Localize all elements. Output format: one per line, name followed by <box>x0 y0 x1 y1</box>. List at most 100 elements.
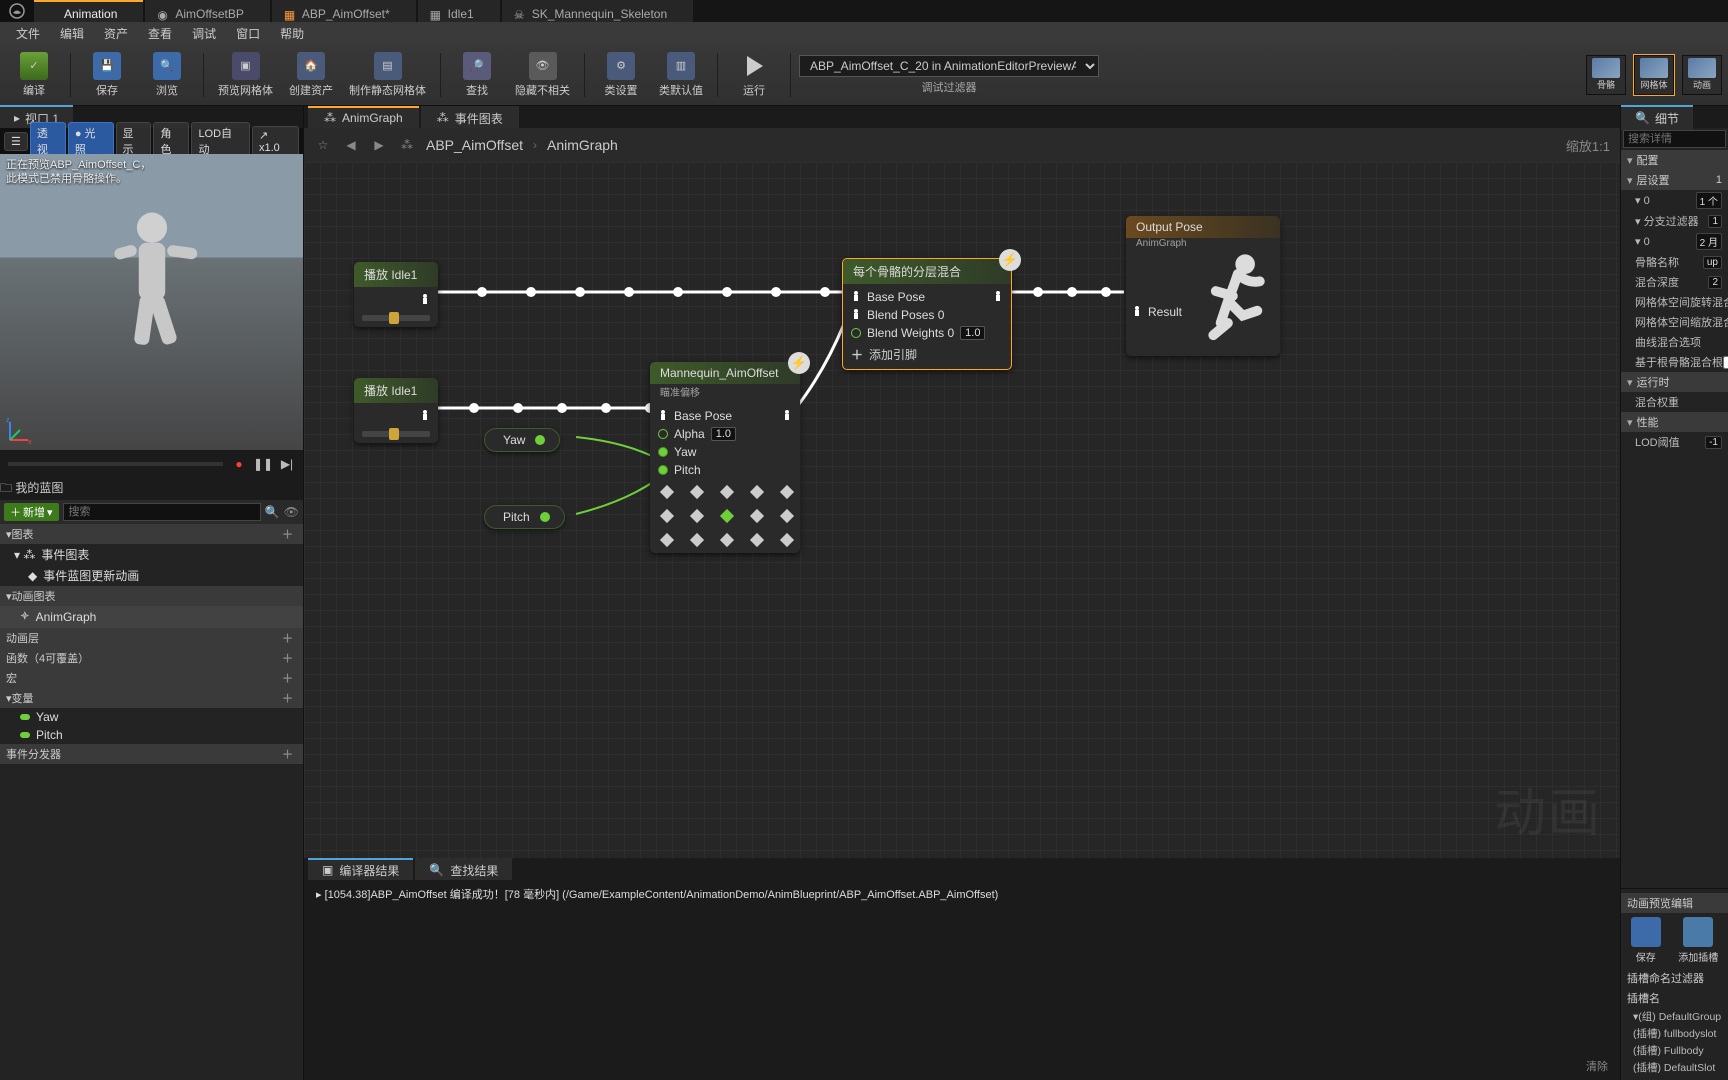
config-section[interactable]: ▾配置 <box>1621 150 1728 170</box>
add-macro-icon[interactable]: ＋ <box>282 670 297 686</box>
anim-graph-canvas[interactable]: 播放 Idle1 播放 Idle1 Yaw Pitch <box>304 162 1620 858</box>
branch-0-row[interactable]: ▾ 02 月 <box>1621 231 1728 252</box>
node-output-pose[interactable]: Output Pose AnimGraph Result <box>1126 216 1280 356</box>
menu-edit[interactable]: 编辑 <box>50 22 94 45</box>
step-icon[interactable]: ▶| <box>279 456 295 472</box>
anim-layers-header[interactable]: 动画层＋ <box>0 628 303 648</box>
mesh-rot-row[interactable]: 网格体空间旋转混合 <box>1621 292 1728 312</box>
breadcrumb-graph[interactable]: AnimGraph <box>547 137 618 153</box>
slot-row-1[interactable]: (插槽) fullbodyslot <box>1621 1025 1728 1042</box>
variables-header[interactable]: ▾变量＋ <box>0 688 303 708</box>
menu-help[interactable]: 帮助 <box>270 22 314 45</box>
viewport-preview[interactable]: 正在预览ABP_AimOffset_C，此模式已禁用骨骼操作。 zx <box>0 154 303 450</box>
blend-weight-row[interactable]: 混合权重 <box>1621 392 1728 412</box>
add-graph-icon[interactable]: ＋ <box>282 526 297 542</box>
functions-header[interactable]: 函数（4可覆盖）＋ <box>0 648 303 668</box>
save-slot-button[interactable]: 保存 <box>1631 917 1661 964</box>
find-results-tab[interactable]: 🔍 查找结果 <box>415 858 512 880</box>
pitch-pin[interactable] <box>658 465 668 475</box>
compiler-results-tab[interactable]: ▣ 编译器结果 <box>308 858 413 880</box>
slot-row-2[interactable]: (插槽) Fullbody <box>1621 1042 1728 1059</box>
runtime-section[interactable]: ▾运行时 <box>1621 372 1728 392</box>
add-pin-button[interactable]: ＋添加引脚 <box>851 342 1003 363</box>
add-dispatcher-icon[interactable]: ＋ <box>282 746 297 762</box>
title-tab-abp-aimoffset[interactable]: ▦ABP_AimOffset* <box>272 0 416 22</box>
curve-blend-row[interactable]: 曲线混合选项 <box>1621 332 1728 352</box>
mesh-scale-row[interactable]: 网格体空间缩放混合 <box>1621 312 1728 332</box>
node-var-pitch[interactable]: Pitch <box>484 505 565 529</box>
pose-out-icon[interactable] <box>782 409 792 423</box>
event-graph-row[interactable]: ▾ ⁂ 事件图表 <box>0 544 303 565</box>
eventgraph-tab[interactable]: ⁂ 事件图表 <box>421 106 519 128</box>
layers-section[interactable]: ▾层设置1 <box>1621 170 1728 190</box>
var-yaw-row[interactable]: Yaw <box>0 708 303 726</box>
node-layered-blend[interactable]: ⚡ 每个骨骼的分层混合 Base Pose Blend Poses 0 Blen… <box>842 258 1012 370</box>
node-play-idle1-a[interactable]: 播放 Idle1 <box>354 262 438 327</box>
play-button[interactable]: 运行 <box>726 47 782 103</box>
slot-row-3[interactable]: (插槽) DefaultSlot <box>1621 1059 1728 1076</box>
clear-log-button[interactable]: 清除 <box>1586 1058 1608 1074</box>
alpha-value[interactable]: 1.0 <box>711 427 736 441</box>
mode-anim[interactable]: 动画 <box>1682 55 1722 95</box>
pose-in-icon[interactable] <box>851 290 861 304</box>
favorite-icon[interactable]: ☆ <box>314 136 332 154</box>
root-blend-row[interactable]: 基于根骨骼混合根 <box>1621 352 1728 372</box>
anim-graphs-header[interactable]: ▾动画图表 <box>0 586 303 606</box>
compile-button[interactable]: ✓编译 <box>6 47 62 103</box>
hide-unrelated-button[interactable]: 👁隐藏不相关 <box>509 47 576 103</box>
anim-preview-header[interactable]: 动画预览编辑 <box>1621 893 1728 913</box>
animgraph-row[interactable]: 🟇 AnimGraph <box>0 606 303 628</box>
node-aimoffset[interactable]: ⚡ Mannequin_AimOffset 瞄准偏移 Base Pose Alp… <box>650 362 800 553</box>
dispatchers-header[interactable]: 事件分发器＋ <box>0 744 303 764</box>
make-static-button[interactable]: ▤制作静态网格体 <box>343 47 432 103</box>
add-variable-icon[interactable]: ＋ <box>282 690 297 706</box>
float-out-pin[interactable] <box>535 435 545 445</box>
pose-in-icon[interactable] <box>851 308 861 322</box>
menu-asset[interactable]: 资产 <box>94 22 138 45</box>
mybp-tab[interactable]: 🗀 我的蓝图 <box>0 479 63 500</box>
viewport[interactable]: ☰ 透视 ● 光照 显示 角色 LOD自动 ↗ x1.0 正在预览ABP_Aim… <box>0 128 303 478</box>
details-search-input[interactable] <box>1623 130 1726 148</box>
create-asset-button[interactable]: 🏠创建资产 <box>283 47 339 103</box>
animgraph-tab[interactable]: ⁂ AnimGraph <box>308 106 419 128</box>
title-tab-idle1[interactable]: ▦Idle1 <box>418 0 500 22</box>
menu-view[interactable]: 查看 <box>138 22 182 45</box>
bone-name-row[interactable]: 骨骼名称up <box>1621 252 1728 272</box>
blend-depth-row[interactable]: 混合深度2 <box>1621 272 1728 292</box>
pose-out-icon[interactable] <box>993 290 1003 304</box>
save-button[interactable]: 💾保存 <box>79 47 135 103</box>
layers-0-row[interactable]: ▾ 01 个 <box>1621 190 1728 211</box>
details-tab[interactable]: 🔍 细节 <box>1621 105 1693 130</box>
breadcrumb-asset[interactable]: ABP_AimOffset <box>426 137 523 153</box>
weight-value[interactable]: 1.0 <box>960 326 985 340</box>
menu-file[interactable]: 文件 <box>6 22 50 45</box>
event-bp-update-row[interactable]: ◆ 事件蓝图更新动画 <box>0 565 303 586</box>
viewport-speed[interactable]: ↗ x1.0 <box>252 126 299 157</box>
perf-section[interactable]: ▾性能 <box>1621 412 1728 432</box>
add-layer-icon[interactable]: ＋ <box>282 630 297 646</box>
viewport-menu-icon[interactable]: ☰ <box>4 132 28 151</box>
pose-in-icon[interactable] <box>1132 305 1142 319</box>
node-play-idle1-b[interactable]: 播放 Idle1 <box>354 378 438 443</box>
branch-filter-row[interactable]: ▾ 分支过滤器1 <box>1621 211 1728 231</box>
preview-mesh-button[interactable]: ▣预览网格体 <box>212 47 279 103</box>
nav-back-icon[interactable]: ◀ <box>342 136 360 154</box>
nav-forward-icon[interactable]: ▶ <box>370 136 388 154</box>
weight-pin[interactable] <box>851 328 861 338</box>
debug-context-select[interactable]: ABP_AimOffset_C_20 in AnimationEditorPre… <box>799 55 1099 77</box>
class-settings-button[interactable]: ⚙类设置 <box>593 47 649 103</box>
float-out-pin[interactable] <box>540 512 550 522</box>
record-icon[interactable]: ● <box>231 456 247 472</box>
browse-button[interactable]: 🔍浏览 <box>139 47 195 103</box>
var-pitch-row[interactable]: Pitch <box>0 726 303 744</box>
alpha-pin[interactable] <box>658 429 668 439</box>
macros-header[interactable]: 宏＋ <box>0 668 303 688</box>
mybp-search-input[interactable] <box>63 503 261 521</box>
graphs-header[interactable]: ▾图表＋ <box>0 524 303 544</box>
title-tab-animation[interactable]: Animation <box>34 0 143 22</box>
eye-icon[interactable]: 👁 <box>284 505 299 519</box>
title-tab-aimoffsetbp[interactable]: ◉AimOffsetBP <box>145 0 269 22</box>
class-defaults-button[interactable]: ▥类默认值 <box>653 47 709 103</box>
node-var-yaw[interactable]: Yaw <box>484 428 560 452</box>
yaw-pin[interactable] <box>658 447 668 457</box>
